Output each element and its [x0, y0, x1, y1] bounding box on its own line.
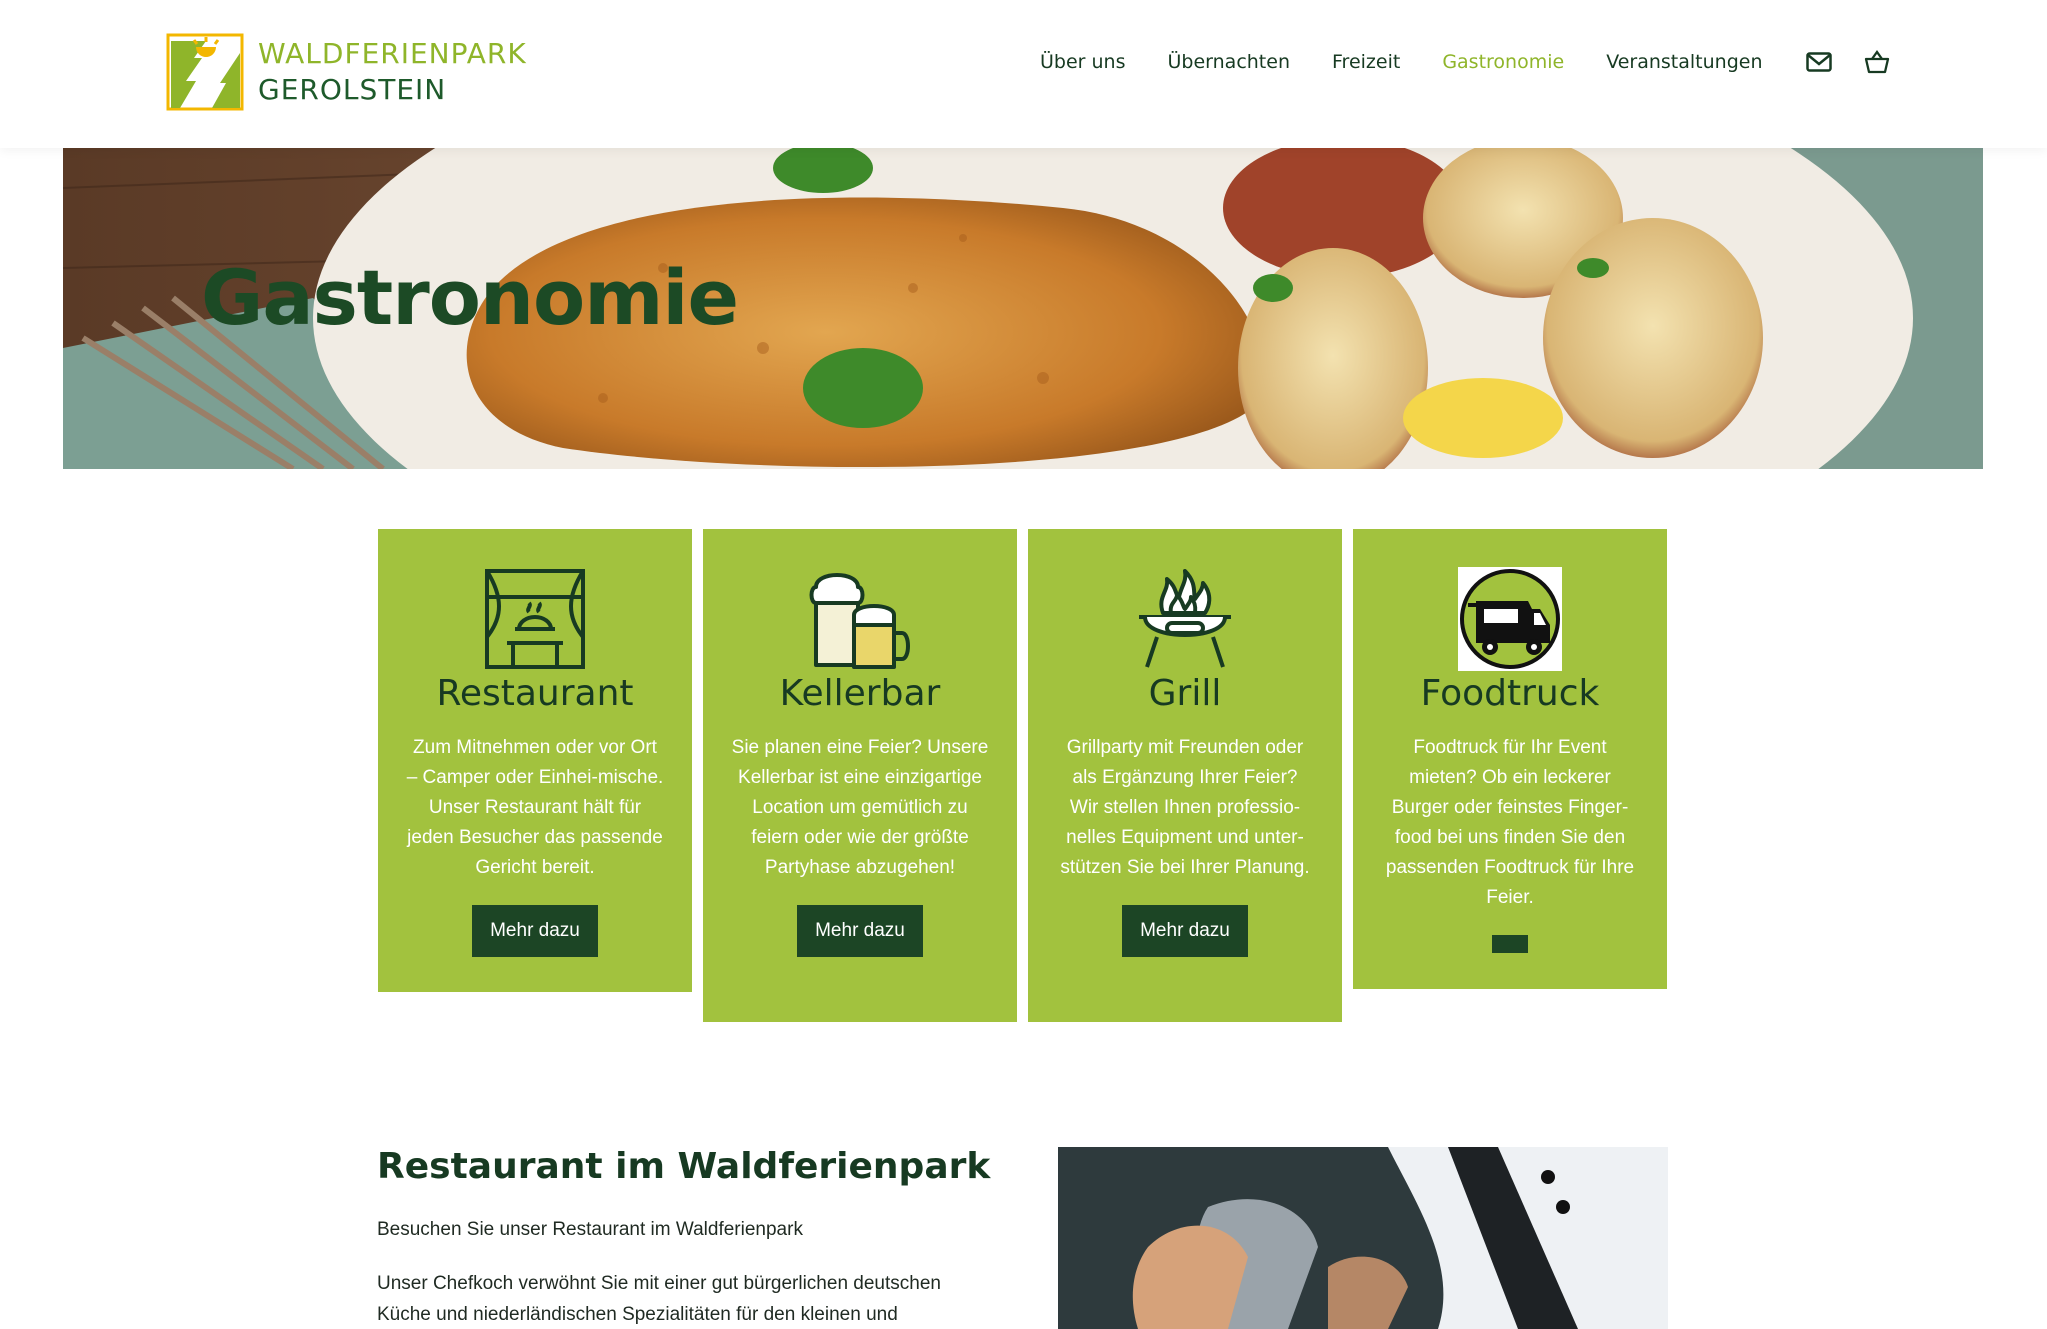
card-grill: Grill Grillparty mit Freunden oder als E… [1028, 529, 1342, 1022]
grill-icon [1139, 569, 1231, 668]
cart-icon[interactable] [1863, 48, 1891, 76]
nav-item-gastronomie[interactable]: Gastronomie [1442, 51, 1564, 73]
card-title: Grill [1148, 673, 1222, 714]
mehr-dazu-button[interactable] [1492, 935, 1528, 953]
nav-item-freizeit[interactable]: Freizeit [1332, 51, 1400, 73]
card-foodtruck: Foodtruck Foodtruck für Ihr Event mieten… [1353, 529, 1667, 989]
card-restaurant: Restaurant Zum Mitnehmen oder vor Ort – … [378, 529, 692, 992]
card-title: Kellerbar [779, 673, 941, 714]
beer-mugs-icon [809, 573, 910, 669]
card-kellerbar: Kellerbar Sie planen eine Feier? Unsere … [703, 529, 1017, 1022]
logo-line-2: GEROLSTEIN [258, 73, 447, 106]
nav-item-uebernachten[interactable]: Übernachten [1168, 51, 1291, 73]
card-text: Grillparty mit Freunden oder als Ergänzu… [1060, 737, 1310, 878]
logo-line-1: WALDFERIENPARK [258, 37, 527, 70]
card-text: Foodtruck für Ihr Event mieten? Ob ein l… [1385, 737, 1635, 908]
main-nav: Über uns Übernachten Freizeit Gastronomi… [1040, 48, 1921, 76]
mail-icon[interactable] [1805, 48, 1833, 76]
site-header: WALDFERIENPARK GEROLSTEIN Über uns Übern… [0, 0, 2047, 148]
card-text: Sie planen eine Feier? Unsere Kellerbar … [731, 737, 989, 878]
site-logo[interactable]: WALDFERIENPARK GEROLSTEIN [166, 33, 527, 111]
mehr-dazu-button[interactable]: Mehr dazu [797, 905, 923, 957]
card-title: Restaurant [436, 673, 634, 714]
section-title: Restaurant im Waldferienpark [377, 1146, 991, 1187]
foodtruck-icon [1458, 567, 1562, 671]
hero-banner: Gastronomie [63, 148, 1983, 469]
mehr-dazu-button[interactable]: Mehr dazu [1122, 905, 1248, 957]
logo-text: WALDFERIENPARK GEROLSTEIN [258, 36, 527, 108]
section-subtitle: Besuchen Sie unser Restaurant im Waldfer… [377, 1219, 803, 1240]
card-title: Foodtruck [1420, 673, 1600, 714]
chef-photo [1058, 1147, 1668, 1329]
nav-item-ueber-uns[interactable]: Über uns [1040, 51, 1126, 73]
card-text: Zum Mitnehmen oder vor Ort – Camper oder… [406, 737, 664, 878]
chef-image [1058, 1147, 1668, 1329]
nav-item-veranstaltungen[interactable]: Veranstaltungen [1606, 51, 1762, 73]
logo-mark-icon [166, 33, 244, 111]
page-title: Gastronomie [201, 253, 739, 342]
restaurant-icon [485, 569, 585, 669]
section-body: Unser Chefkoch verwöhnt Sie mit einer gu… [377, 1273, 941, 1325]
mehr-dazu-button[interactable]: Mehr dazu [472, 905, 598, 957]
